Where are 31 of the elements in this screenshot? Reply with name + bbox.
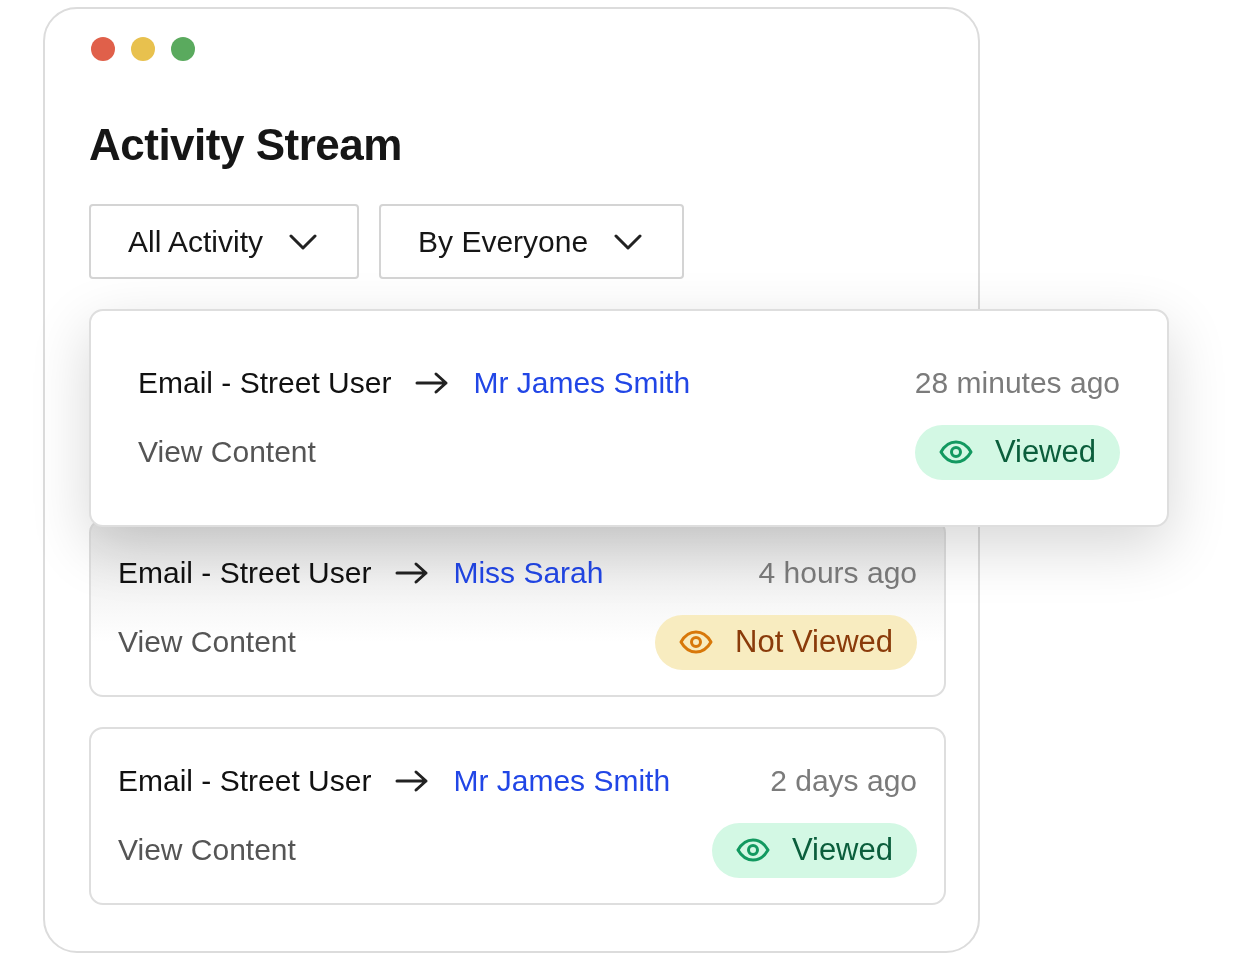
activity-type: Email - Street User [138, 366, 392, 400]
recipient-link[interactable]: Mr James Smith [453, 764, 671, 798]
filter-dropdown[interactable]: All Activity [89, 204, 360, 279]
page-title: Activity Stream [89, 119, 403, 171]
arrow-right-icon [395, 561, 430, 585]
chevron-down-icon [614, 233, 643, 250]
recipient-link[interactable]: Mr James Smith [473, 366, 691, 400]
minimize-dot[interactable] [131, 37, 155, 61]
eye-icon [735, 838, 770, 862]
recipient-link[interactable]: Miss Sarah [453, 556, 604, 590]
view-content-link[interactable]: View Content [138, 435, 316, 469]
timestamp: 2 days ago [770, 764, 917, 798]
status-badge: Not Viewed [655, 614, 917, 670]
activity-type: Email - Street User [118, 556, 372, 590]
maximize-dot[interactable] [171, 37, 195, 61]
close-dot[interactable] [91, 37, 115, 61]
activity-card[interactable]: Email - Street User Mr James Smith 2 days ago View Content Viewed [89, 727, 946, 905]
view-content-link[interactable]: View Content [118, 625, 296, 659]
arrow-right-icon [395, 769, 430, 793]
filter-dropdown[interactable]: By Everyone [379, 204, 685, 279]
timestamp: 28 minutes ago [914, 366, 1120, 400]
timestamp: 4 hours ago [758, 556, 917, 590]
eye-icon [679, 630, 714, 654]
eye-icon [938, 440, 973, 464]
activity-type: Email - Street User [118, 764, 372, 798]
arrow-right-icon [415, 371, 450, 395]
status-badge: Viewed [711, 822, 917, 878]
highlighted-activity-card[interactable]: Email - Street User Mr James Smith 28 minutes ago View Content Viewed [89, 309, 1169, 527]
chevron-down-icon [289, 233, 318, 250]
view-content-link[interactable]: View Content [118, 833, 296, 867]
status-badge: Viewed [914, 424, 1120, 480]
